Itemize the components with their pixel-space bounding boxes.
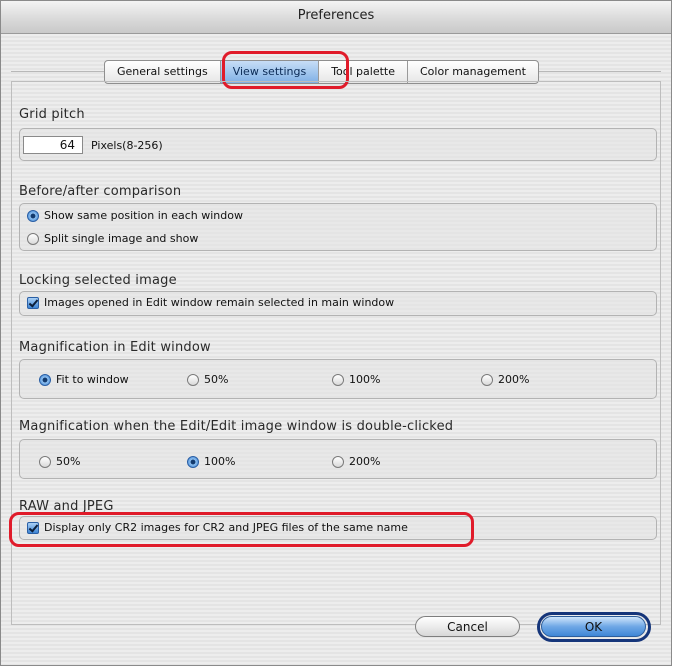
radio-selected-icon (39, 373, 51, 386)
radio-edit-200[interactable]: 200% (481, 373, 529, 386)
highlight-raw-jpeg-option (9, 512, 474, 547)
radio-dblclick-50[interactable]: 50% (39, 455, 80, 468)
radio-unselected-icon (332, 373, 344, 386)
radio-split-single[interactable]: Split single image and show (27, 232, 198, 245)
radio-edit-50[interactable]: 50% (187, 373, 228, 386)
magnification-edit-title: Magnification in Edit window (19, 340, 211, 355)
radio-unselected-icon (27, 232, 39, 245)
checkbox-lock-selected-label: Images opened in Edit window remain sele… (44, 296, 395, 309)
radio-edit-200-label: 200% (498, 373, 530, 386)
checkbox-checked-icon (27, 296, 39, 309)
ok-button[interactable]: OK (541, 616, 646, 637)
magnification-dblclick-title: Magnification when the Edit/Edit image w… (19, 419, 454, 434)
radio-dblclick-100[interactable]: 100% (187, 455, 235, 468)
radio-selected-icon (27, 209, 39, 222)
radio-unselected-icon (481, 373, 493, 386)
radio-split-single-label: Split single image and show (44, 232, 199, 245)
radio-same-position-label: Show same position in each window (44, 209, 243, 222)
preferences-window: Preferences General settings View settin… (0, 0, 672, 666)
grid-pitch-input[interactable]: 64 (23, 136, 83, 154)
window-title: Preferences (297, 8, 375, 23)
cancel-button[interactable]: Cancel (415, 616, 520, 637)
before-after-title: Before/after comparison (19, 184, 182, 199)
radio-dblclick-200[interactable]: 200% (332, 455, 380, 468)
radio-dblclick-50-label: 50% (56, 455, 81, 468)
radio-unselected-icon (332, 455, 344, 468)
radio-unselected-icon (187, 373, 199, 386)
checkbox-lock-selected[interactable]: Images opened in Edit window remain sele… (27, 296, 394, 309)
radio-selected-icon (187, 455, 199, 468)
radio-same-position[interactable]: Show same position in each window (27, 209, 243, 222)
grid-pitch-unit: Pixels(8-256) (91, 139, 163, 152)
radio-edit-100-label: 100% (349, 373, 381, 386)
radio-unselected-icon (39, 455, 51, 468)
radio-fit-to-window[interactable]: Fit to window (39, 373, 129, 386)
radio-fit-to-window-label: Fit to window (56, 373, 129, 386)
radio-dblclick-100-label: 100% (204, 455, 236, 468)
locking-title: Locking selected image (19, 273, 177, 288)
radio-edit-50-label: 50% (204, 373, 229, 386)
tab-general-settings[interactable]: General settings (105, 61, 221, 83)
grid-pitch-title: Grid pitch (19, 107, 85, 122)
tab-color-management[interactable]: Color management (408, 61, 538, 83)
title-bar[interactable]: Preferences (1, 1, 671, 34)
radio-edit-100[interactable]: 100% (332, 373, 380, 386)
radio-dblclick-200-label: 200% (349, 455, 381, 468)
